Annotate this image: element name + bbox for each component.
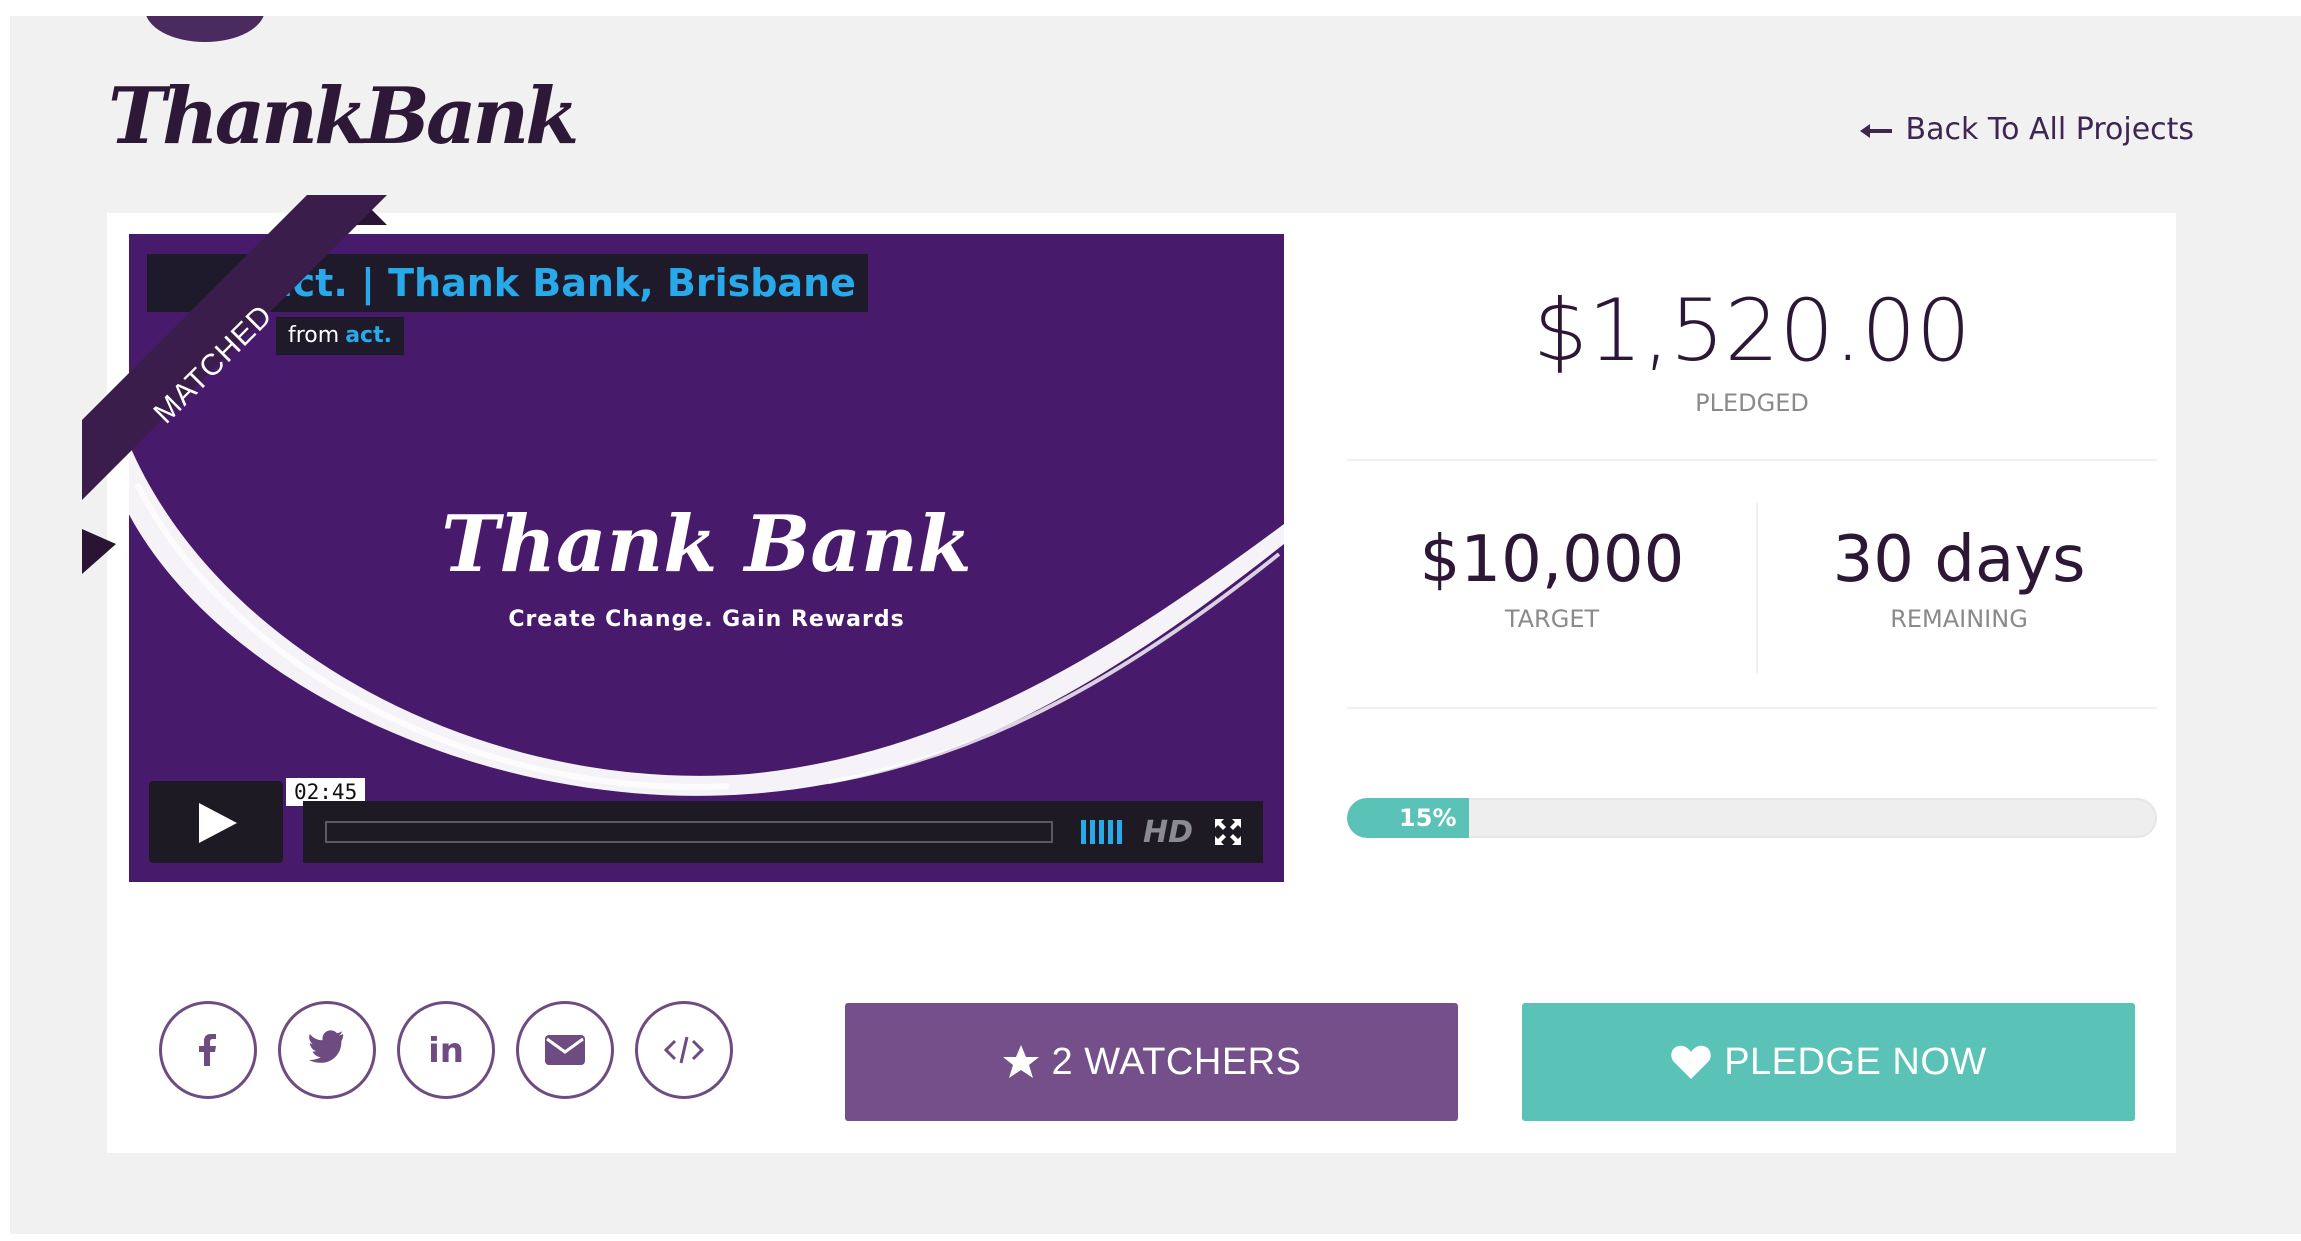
funding-progress-text: 15%: [1399, 804, 1457, 832]
target-value: $10,000: [1419, 523, 1685, 597]
fullscreen-icon[interactable]: [1213, 817, 1243, 855]
watchers-label: 2 WATCHERS: [1051, 1040, 1302, 1083]
back-link-label: Back To All Projects: [1905, 112, 2195, 147]
funding-progress-fill: 15%: [1347, 798, 1469, 838]
share-linkedin-button[interactable]: in: [397, 1001, 495, 1099]
remaining-label: REMAINING: [1890, 605, 2028, 633]
back-to-projects-link[interactable]: Back To All Projects: [1860, 112, 2194, 147]
email-icon: [545, 1035, 585, 1065]
stats-vertical-divider: [1756, 503, 1758, 673]
project-card: act. | Thank Bank, Brisbane from act. Tha…: [82, 195, 2176, 1153]
target-label: TARGET: [1504, 605, 1600, 633]
pledged-amount: $1,520.00: [1533, 281, 1971, 381]
page-background: ThankBank Back To All Projects act. | Th…: [10, 16, 2301, 1234]
hd-toggle[interactable]: HD: [1143, 815, 1193, 850]
funding-progress-bar: 15%: [1347, 798, 2157, 838]
twitter-icon: [309, 1030, 344, 1063]
watch-project-button[interactable]: 2 WATCHERS: [845, 1003, 1458, 1121]
heart-icon: [1670, 1044, 1712, 1080]
remaining-value: 30 days: [1832, 523, 2086, 597]
pledge-label: PLEDGE NOW: [1724, 1040, 1987, 1083]
arrow-left-icon: [1860, 112, 1902, 147]
stats-divider: [1347, 459, 2157, 461]
play-button[interactable]: [149, 781, 283, 863]
embed-code-icon: [663, 1036, 705, 1064]
stats-divider-lower: [1347, 707, 2157, 709]
volume-icon[interactable]: [1081, 820, 1122, 844]
video-progress-scrubber[interactable]: [325, 821, 1053, 843]
social-share-buttons: in: [159, 1001, 733, 1099]
share-twitter-button[interactable]: [278, 1001, 376, 1099]
video-controls-bar: HD: [303, 801, 1263, 863]
video-tagline: Create Change. Gain Rewards: [508, 607, 905, 632]
pledged-label: PLEDGED: [1695, 389, 1809, 417]
play-icon: [199, 803, 237, 843]
facebook-icon: [199, 1034, 216, 1066]
embed-code-button[interactable]: [635, 1001, 733, 1099]
star-icon: [1002, 1044, 1040, 1080]
thankbank-logo[interactable]: ThankBank: [108, 71, 579, 162]
share-email-button[interactable]: [516, 1001, 614, 1099]
svg-text:in: in: [428, 1031, 464, 1070]
share-facebook-button[interactable]: [159, 1001, 257, 1099]
matched-ribbon: MATCHED: [82, 195, 387, 574]
linkedin-icon: in: [428, 1031, 464, 1070]
decorative-top-circle: [145, 16, 265, 42]
pledge-now-button[interactable]: PLEDGE NOW: [1522, 1003, 2135, 1121]
